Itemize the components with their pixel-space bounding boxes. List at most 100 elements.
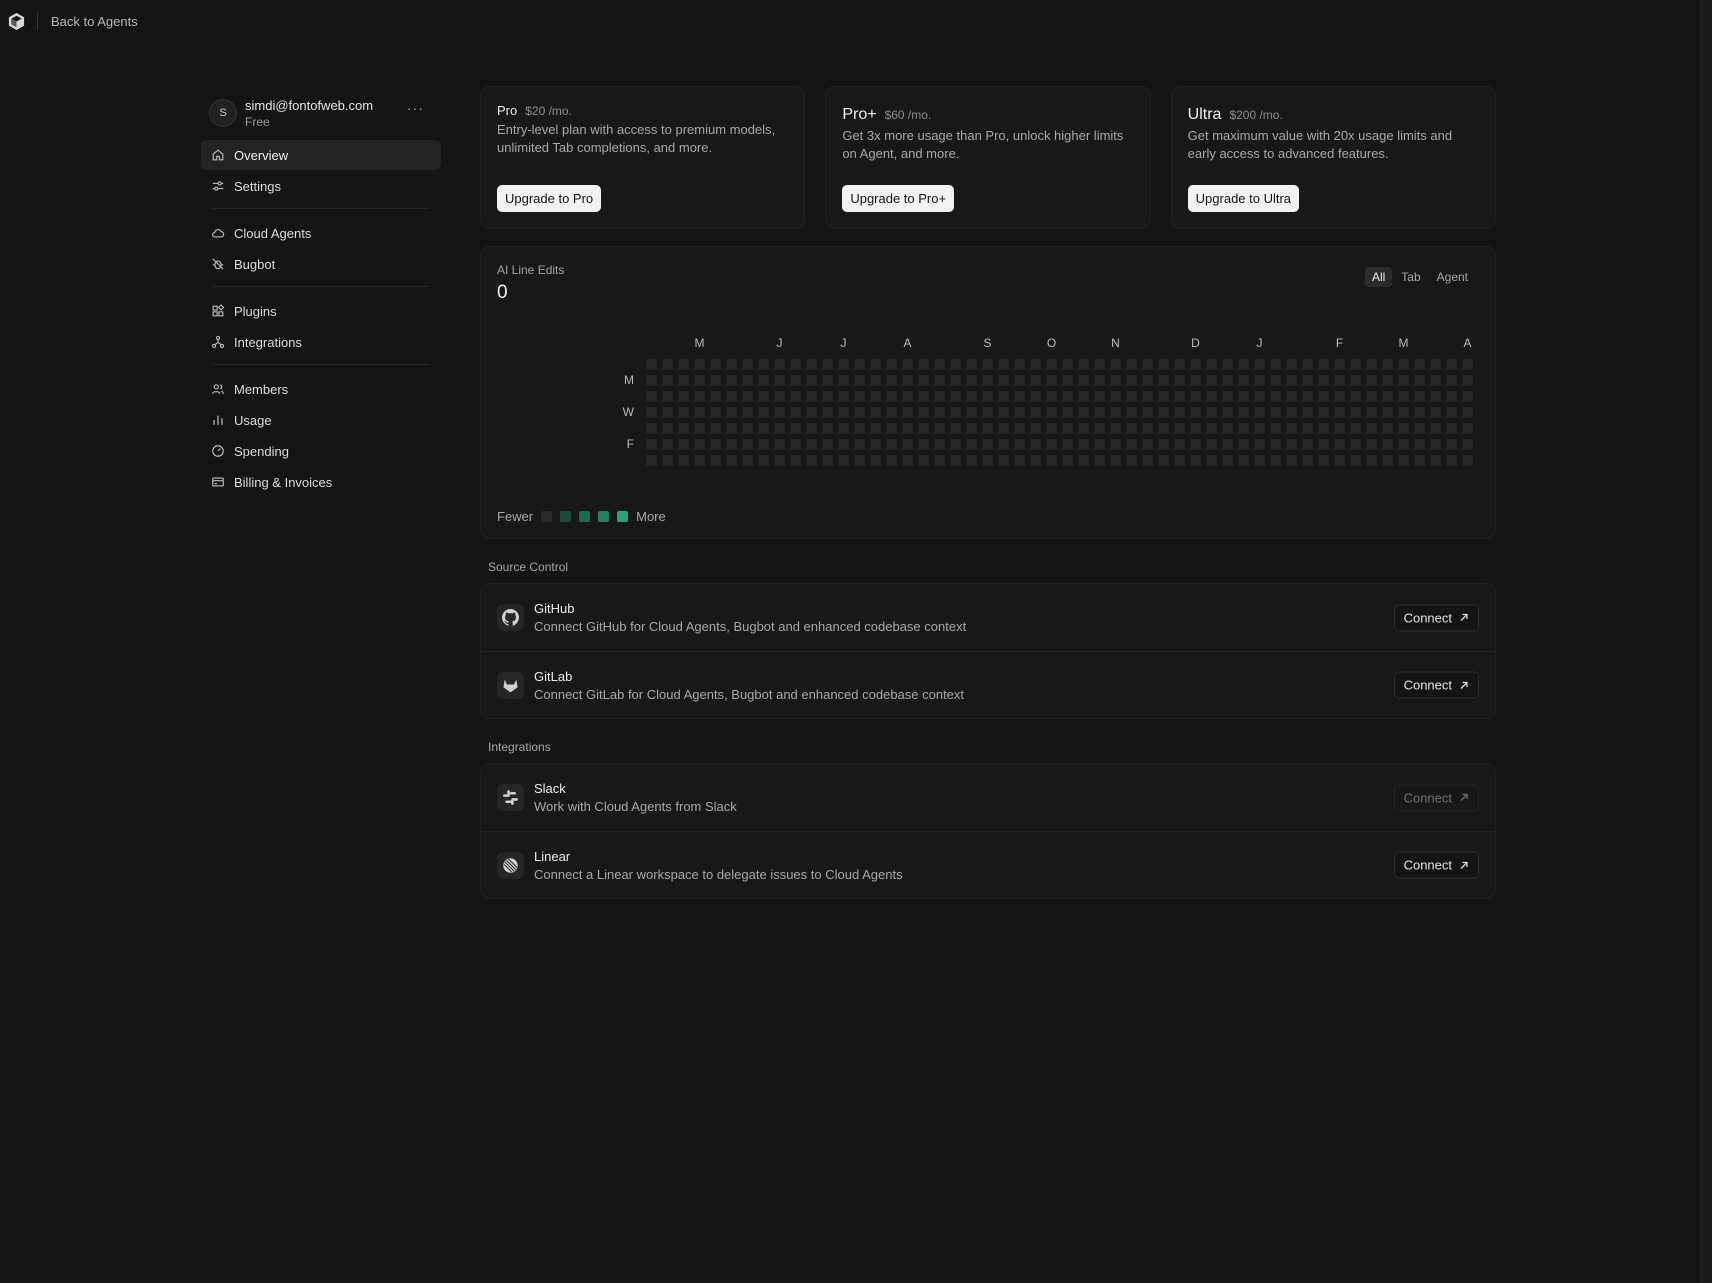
heatmap-cell: [1110, 455, 1121, 466]
sidebar-item-overview[interactable]: Overview: [201, 140, 441, 170]
heatmap-cell: [646, 375, 657, 386]
plan-price: $200 /mo.: [1229, 108, 1283, 122]
account-switcher[interactable]: S simdi@fontofweb.com Free ···: [201, 94, 441, 132]
sidebar-item-plugins[interactable]: Plugins: [201, 296, 441, 326]
upgrade-to-pro-plus-button[interactable]: Upgrade to Pro+: [842, 185, 955, 212]
heatmap-cell: [710, 375, 721, 386]
integration-description: Connect GitLab for Cloud Agents, Bugbot …: [534, 686, 965, 702]
heatmap-cell: [1094, 423, 1105, 434]
connect-slack-button[interactable]: Connect: [1393, 784, 1479, 811]
linear-icon: [497, 851, 524, 879]
plan-description: Get maximum value with 20x usage limits …: [1187, 128, 1453, 161]
heatmap-cell: [1430, 391, 1441, 402]
integration-name: GitLab: [534, 668, 573, 684]
heatmap-cell: [1222, 407, 1233, 418]
sidebar-item-usage[interactable]: Usage: [201, 405, 441, 435]
page-scrollbar[interactable]: [1700, 0, 1712, 1283]
heatmap-cell: [1062, 375, 1073, 386]
connect-gitlab-button[interactable]: Connect: [1393, 671, 1479, 699]
heatmap-cell: [1046, 407, 1057, 418]
heatmap-cell: [694, 407, 705, 418]
integration-name: Linear: [534, 848, 571, 864]
connect-github-button[interactable]: Connect: [1393, 604, 1479, 631]
upgrade-to-pro-button[interactable]: Upgrade to Pro: [497, 185, 602, 212]
heatmap-cell: [1398, 423, 1409, 434]
arrow-up-right-icon: [1460, 613, 1468, 621]
back-to-agents-link[interactable]: Back to Agents: [51, 14, 138, 29]
heatmap-cell: [1222, 375, 1233, 386]
heatmap-cell: [1206, 455, 1217, 466]
account-email: simdi@fontofweb.com: [245, 98, 374, 113]
heatmap-cell: [1462, 375, 1473, 386]
month-label: S: [983, 336, 991, 350]
heatmap-cell: [1174, 455, 1185, 466]
heatmap-cell: [1174, 375, 1185, 386]
heatmap-cell: [1366, 407, 1377, 418]
heatmap-cell: [966, 375, 977, 386]
heatmap-cell: [1254, 423, 1265, 434]
heatmap-cell: [1142, 439, 1153, 450]
tab-all[interactable]: All: [1364, 267, 1393, 287]
heatmap-cell: [1110, 407, 1121, 418]
heatmap-cell: [806, 407, 817, 418]
heatmap-cell: [854, 375, 865, 386]
upgrade-to-ultra-button[interactable]: Upgrade to Ultra: [1187, 185, 1300, 212]
legend-swatch: [598, 511, 610, 522]
heatmap-cell: [710, 407, 721, 418]
sidebar-item-bugbot[interactable]: Bugbot: [201, 249, 441, 279]
tab-tab[interactable]: Tab: [1394, 267, 1427, 287]
heatmap-cell: [1190, 359, 1201, 370]
heatmap-cell: [1302, 391, 1313, 402]
month-label: J: [1257, 336, 1263, 350]
sidebar-item-cloud-agents[interactable]: Cloud Agents: [201, 218, 441, 248]
heatmap-cell: [806, 439, 817, 450]
sidebar-item-settings[interactable]: Settings: [201, 171, 441, 201]
heatmap-cell: [1062, 455, 1073, 466]
heatmap-cell: [1126, 439, 1137, 450]
heatmap-cell: [998, 407, 1009, 418]
sidebar-item-members[interactable]: Members: [201, 374, 441, 404]
sidebar-item-billing[interactable]: Billing & Invoices: [201, 467, 441, 497]
cursor-logo-icon[interactable]: [7, 12, 26, 31]
heatmap-cell: [886, 439, 897, 450]
connect-linear-button[interactable]: Connect: [1393, 851, 1479, 879]
heatmap-cell: [1462, 455, 1473, 466]
more-options-icon[interactable]: ···: [407, 100, 424, 116]
heatmap-cell: [1366, 391, 1377, 402]
heatmap-cell: [1142, 407, 1153, 418]
integration-name: GitHub: [534, 601, 575, 616]
heatmap-cell: [1126, 423, 1137, 434]
heatmap-cell: [982, 407, 993, 418]
heatmap-cell: [726, 423, 737, 434]
sidebar-item-spending[interactable]: Spending: [201, 436, 441, 466]
tab-agent[interactable]: Agent: [1430, 267, 1475, 287]
list-item-gitlab: GitLab Connect GitLab for Cloud Agents, …: [481, 651, 1495, 718]
heatmap-cell: [870, 439, 881, 450]
heatmap-cell: [678, 455, 689, 466]
heatmap-cell: [1334, 439, 1345, 450]
heatmap-cell: [1238, 359, 1249, 370]
heatmap-cell: [966, 439, 977, 450]
heatmap-cell: [1382, 375, 1393, 386]
heatmap-cell: [1270, 407, 1281, 418]
heatmap-cell: [1318, 423, 1329, 434]
heatmap-cell: [694, 423, 705, 434]
heatmap-cell: [1014, 359, 1025, 370]
list-item-linear: Linear Connect a Linear workspace to del…: [481, 831, 1495, 898]
heatmap-cell: [726, 407, 737, 418]
heatmap-cell: [1270, 439, 1281, 450]
heatmap-cell: [822, 375, 833, 386]
heatmap-cell: [1302, 439, 1313, 450]
heatmap-cell: [1046, 375, 1057, 386]
heatmap-cell: [918, 391, 929, 402]
sidebar: S simdi@fontofweb.com Free ··· Overview …: [201, 94, 441, 498]
heatmap-cell: [1430, 455, 1441, 466]
heatmap-cell: [1030, 455, 1041, 466]
heatmap-cell: [1142, 423, 1153, 434]
heatmap-cell: [1238, 455, 1249, 466]
arrow-up-right-icon: [1460, 793, 1468, 801]
sidebar-item-integrations[interactable]: Integrations: [201, 327, 441, 357]
heatmap-cell: [1046, 455, 1057, 466]
heatmap-cell: [1014, 423, 1025, 434]
heatmap-cell: [1206, 423, 1217, 434]
